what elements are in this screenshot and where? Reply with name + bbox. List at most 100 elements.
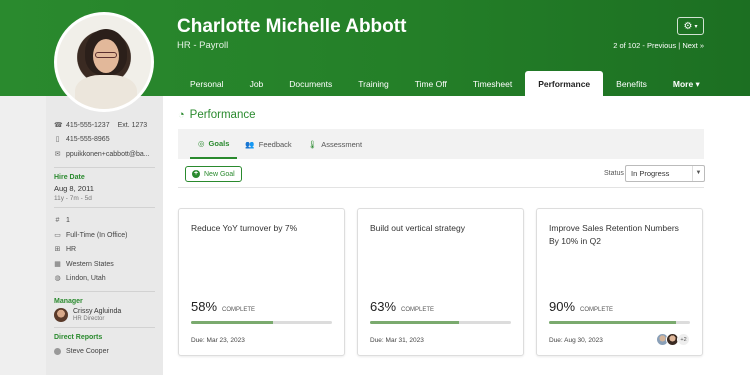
division: HR bbox=[66, 246, 77, 254]
more-people-count: +2 bbox=[677, 333, 690, 346]
location: Western States bbox=[66, 260, 114, 268]
caret-down-icon: ▼ bbox=[692, 166, 704, 181]
goal-complete-label: COMPLETE bbox=[222, 307, 256, 313]
tenure: 11y - 7m - 5d bbox=[54, 194, 92, 202]
tab-timesheet[interactable]: Timesheet bbox=[460, 71, 525, 96]
subtab-goals-label: Goals bbox=[208, 138, 230, 148]
hire-date: Aug 8, 2011 bbox=[54, 183, 94, 193]
globe-icon: ◍ bbox=[54, 275, 61, 283]
manager-card[interactable]: Crissy Agluinda HR Director bbox=[54, 308, 163, 322]
email-row: ✉ ppuikkonen+cabbott@ba... bbox=[54, 147, 163, 162]
caret-down-icon: ▾ bbox=[694, 23, 698, 30]
work-phone[interactable]: 415-555-1237 bbox=[66, 122, 110, 129]
mobile-phone[interactable]: 415-555-8965 bbox=[66, 136, 110, 143]
pager-count: 2 of 102 - bbox=[613, 41, 647, 50]
goal-progress-bar bbox=[191, 321, 332, 324]
tab-benefits[interactable]: Benefits bbox=[603, 71, 660, 96]
subtab-feedback[interactable]: 👥 Feedback bbox=[237, 129, 299, 159]
goal-card[interactable]: Reduce YoY turnover by 7% 58% COMPLETE D… bbox=[178, 208, 345, 356]
employee-department: HR - Payroll bbox=[177, 40, 229, 51]
goal-progress-bar bbox=[370, 321, 511, 324]
goal-progress-label: 63% COMPLETE bbox=[370, 299, 434, 314]
subtab-assessment[interactable]: 🌡 Assessment bbox=[300, 129, 370, 159]
goal-progress-label: 58% COMPLETE bbox=[191, 299, 255, 314]
divider bbox=[54, 327, 155, 328]
employee-avatar[interactable] bbox=[54, 12, 154, 112]
goal-percent: 90% bbox=[549, 299, 576, 314]
goal-card[interactable]: Build out vertical strategy 63% COMPLETE… bbox=[357, 208, 524, 356]
subtab-assessment-label: Assessment bbox=[321, 139, 363, 149]
work-phone-ext: Ext. 1273 bbox=[117, 121, 148, 129]
goal-progress-label: 90% COMPLETE bbox=[549, 299, 613, 314]
email-link[interactable]: ppuikkonen+cabbott@ba... bbox=[66, 151, 150, 158]
new-goal-label: New Goal bbox=[204, 170, 235, 178]
status-select-value: In Progress bbox=[631, 169, 670, 178]
direct-report-item[interactable]: Steve Cooper bbox=[54, 344, 163, 359]
manager-heading: Manager bbox=[54, 298, 83, 305]
manager-avatar bbox=[54, 308, 68, 322]
goal-percent: 58% bbox=[191, 299, 218, 314]
thermometer-icon: 🌡 bbox=[307, 139, 318, 149]
goal-progress-bar bbox=[549, 321, 690, 324]
building-icon: ▦ bbox=[54, 260, 61, 268]
direct-reports-heading: Direct Reports bbox=[54, 334, 103, 341]
goal-complete-label: COMPLETE bbox=[580, 307, 614, 313]
tab-training[interactable]: Training bbox=[345, 71, 401, 96]
employee-number: 1 bbox=[66, 217, 70, 225]
goal-progress-fill bbox=[549, 321, 676, 324]
tab-personal[interactable]: Personal bbox=[177, 71, 237, 96]
id-card-icon: ▭ bbox=[54, 231, 61, 239]
gear-icon: ⚙ bbox=[683, 20, 693, 32]
divider bbox=[54, 291, 155, 292]
status-label: Status bbox=[604, 170, 624, 177]
pager-next-link[interactable]: Next » bbox=[682, 41, 704, 50]
page-title-text: Performance bbox=[189, 109, 256, 121]
goal-due-date: Due: Aug 30, 2023 bbox=[549, 337, 603, 344]
goal-progress-fill bbox=[370, 321, 459, 324]
goal-card[interactable]: Improve Sales Retention Numbers By 10% i… bbox=[536, 208, 703, 356]
manager-role: HR Director bbox=[73, 316, 105, 322]
goal-title: Reduce YoY turnover by 7% bbox=[191, 223, 298, 233]
goal-percent: 63% bbox=[370, 299, 397, 314]
employee-name: Charlotte Michelle Abbott bbox=[177, 16, 407, 37]
hash-icon: # bbox=[55, 217, 60, 225]
goal-due-date: Due: Mar 31, 2023 bbox=[370, 337, 424, 344]
settings-dropdown-button[interactable]: ⚙ ▾ bbox=[677, 17, 704, 35]
people-icon: 👥 bbox=[245, 139, 255, 149]
city: Lindon, Utah bbox=[66, 275, 106, 283]
goal-shared-with[interactable]: +2 bbox=[656, 333, 690, 346]
location-row: ▦ Western States bbox=[54, 257, 163, 272]
tab-time-off[interactable]: Time Off bbox=[402, 71, 460, 96]
employee-photo bbox=[57, 15, 151, 109]
profile-tabs: Personal Job Documents Training Time Off… bbox=[177, 71, 713, 96]
subtab-goals[interactable]: ◎ Goals bbox=[190, 129, 238, 159]
employee-number-row: # 1 bbox=[54, 214, 163, 229]
performance-subtabs: ◎ Goals 👥 Feedback 🌡 Assessment bbox=[178, 129, 704, 159]
goal-title: Build out vertical strategy bbox=[370, 223, 465, 233]
hire-date-heading: Hire Date bbox=[54, 173, 85, 181]
pager-previous-link[interactable]: Previous bbox=[647, 41, 676, 50]
manager-name: Crissy Agluinda bbox=[73, 308, 122, 315]
goal-due-date: Due: Mar 23, 2023 bbox=[191, 337, 245, 344]
divider bbox=[178, 187, 704, 188]
new-goal-button[interactable]: + New Goal bbox=[185, 166, 242, 182]
gauge-icon: ◔ bbox=[178, 109, 185, 121]
tab-documents[interactable]: Documents bbox=[276, 71, 345, 96]
goal-complete-label: COMPLETE bbox=[401, 307, 435, 313]
tab-job[interactable]: Job bbox=[237, 71, 277, 96]
employment-status: Full-Time (In Office) bbox=[66, 231, 128, 239]
main-content: ◔ Performance ◎ Goals 👥 Feedback 🌡 Asses… bbox=[163, 96, 750, 375]
status-select[interactable]: In Progress ▼ bbox=[625, 165, 705, 182]
employee-pager: 2 of 102 - Previous | Next » bbox=[613, 41, 704, 50]
user-avatar-icon bbox=[54, 347, 61, 355]
page-title: ◔ Performance bbox=[178, 109, 256, 121]
subtab-feedback-label: Feedback bbox=[258, 139, 292, 149]
tab-more[interactable]: More ▾ bbox=[660, 71, 713, 96]
divider bbox=[54, 206, 155, 208]
direct-report-name: Steve Cooper bbox=[66, 347, 109, 355]
tab-performance[interactable]: Performance bbox=[525, 71, 604, 96]
goal-progress-fill bbox=[191, 321, 273, 324]
city-row: ◍ Lindon, Utah bbox=[54, 272, 163, 287]
mobile-phone-icon: ▯ bbox=[55, 136, 60, 144]
target-icon: ◎ bbox=[198, 138, 205, 148]
